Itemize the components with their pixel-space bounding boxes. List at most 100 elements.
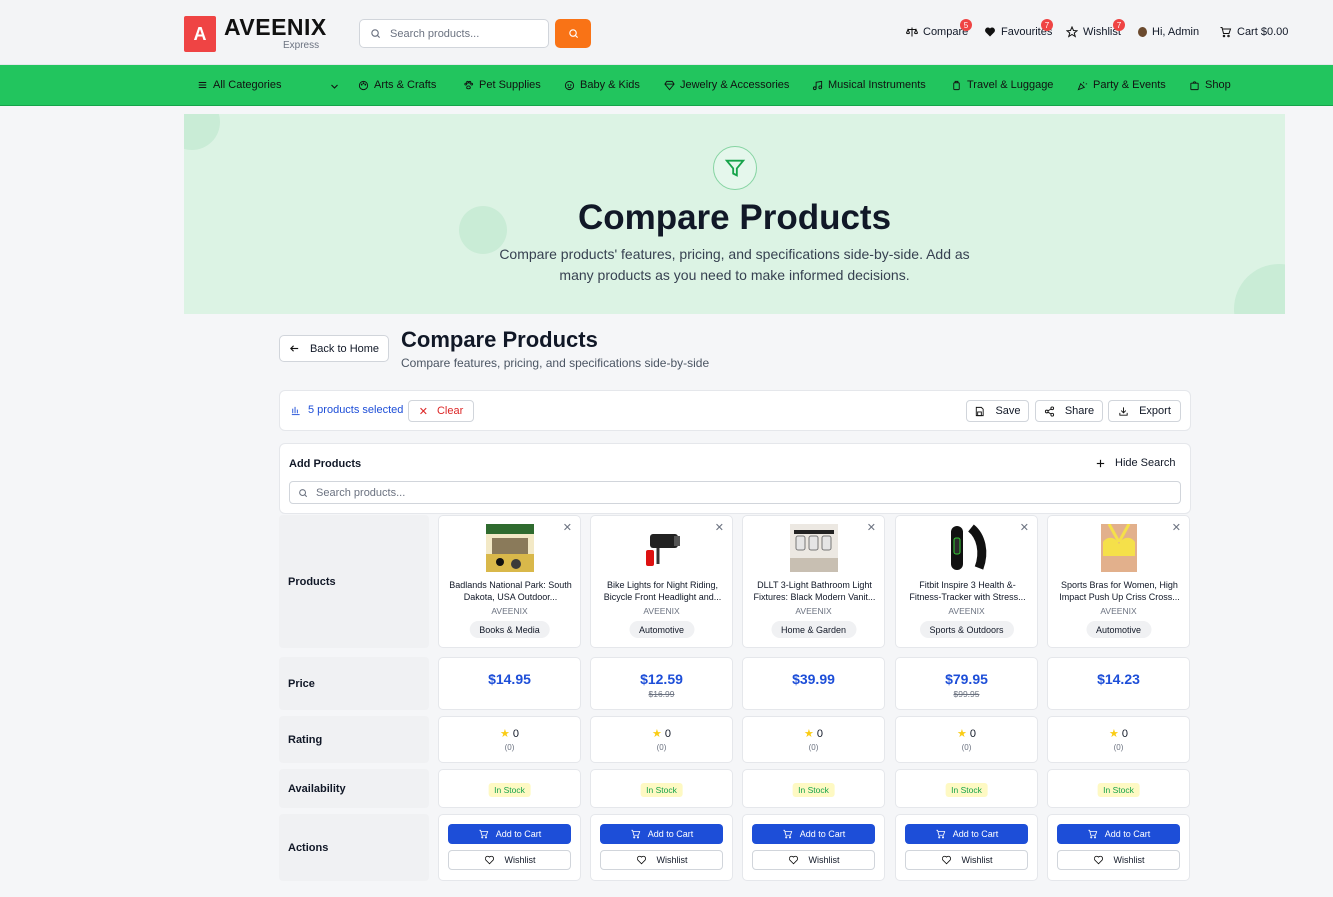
original-price: $99.95 <box>953 689 980 699</box>
remove-product-button[interactable]: ✕ <box>867 521 876 534</box>
heart-icon <box>1093 855 1103 865</box>
page-subtitle: Compare features, pricing, and specifica… <box>401 356 710 370</box>
nav-item-party-events[interactable]: Party & Events <box>1077 79 1166 91</box>
export-label: Export <box>1139 405 1171 417</box>
product-image-light-fixture[interactable] <box>790 524 838 572</box>
star-icon: ★ <box>652 728 662 740</box>
add-to-cart-button[interactable]: Add to Cart <box>752 824 875 844</box>
filter-icon <box>713 146 757 190</box>
product-search-input[interactable]: Search products... <box>289 481 1181 504</box>
product-image-fitness-tracker[interactable] <box>943 524 991 572</box>
actions-cell: Add to Cart Wishlist <box>1047 814 1190 881</box>
hero-title: Compare Products <box>577 198 892 237</box>
shop-icon <box>1190 80 1199 90</box>
actions-cell: Add to Cart Wishlist <box>590 814 733 881</box>
remove-product-button[interactable]: ✕ <box>715 521 724 534</box>
wishlist-label: Wishlist <box>504 855 536 865</box>
product-price: $79.95 <box>945 671 988 687</box>
wishlist-count-badge: 7 <box>1113 19 1125 31</box>
baby-icon <box>564 80 575 90</box>
all-categories-dropdown[interactable]: All Categories <box>197 79 281 91</box>
add-to-cart-label: Add to Cart <box>647 829 694 839</box>
compare-link[interactable]: Compare 5 <box>906 19 972 38</box>
nav-item-arts-crafts[interactable]: Arts & Crafts <box>358 79 436 91</box>
share-label: Share <box>1064 405 1095 417</box>
price-cell: $14.23 <box>1047 657 1190 710</box>
star-icon <box>1066 26 1078 38</box>
nav-item-baby-kids[interactable]: Baby & Kids <box>564 79 640 91</box>
product-rating: ★ 0 <box>896 727 1037 741</box>
add-to-cart-button[interactable]: Add to Cart <box>905 824 1028 844</box>
product-name[interactable]: Badlands National Park: South Dakota, US… <box>445 579 576 603</box>
product-name[interactable]: DLLT 3-Light Bathroom Light Fixtures: Bl… <box>749 579 880 603</box>
price-cell: $14.95 <box>438 657 581 710</box>
product-name[interactable]: Sports Bras for Women, High Impact Push … <box>1054 579 1185 603</box>
header-search-button[interactable] <box>555 19 591 48</box>
nav-item-label: Baby & Kids <box>580 79 640 91</box>
wishlist-button[interactable]: Wishlist <box>448 850 571 870</box>
availability-cell: In Stock <box>1047 769 1190 808</box>
product-brand: AVEENIX <box>795 606 832 616</box>
compare-count-badge: 5 <box>960 19 972 31</box>
product-image-book[interactable] <box>486 524 534 572</box>
add-to-cart-button[interactable]: Add to Cart <box>600 824 723 844</box>
search-icon <box>568 29 578 39</box>
product-rating: ★ 0 <box>1048 727 1189 741</box>
product-brand: AVEENIX <box>491 606 528 616</box>
cart-icon <box>936 829 945 839</box>
product-image-sports-bra[interactable] <box>1095 524 1143 572</box>
add-to-cart-button[interactable]: Add to Cart <box>1057 824 1180 844</box>
close-icon: ✕ <box>418 405 428 418</box>
back-to-home-button[interactable]: Back to Home <box>279 335 389 362</box>
hide-search-label: Hide Search <box>1115 457 1176 469</box>
add-to-cart-label: Add to Cart <box>952 829 999 839</box>
wishlist-button[interactable]: Wishlist <box>752 850 875 870</box>
plus-icon <box>1096 459 1105 467</box>
wishlist-button[interactable]: Wishlist <box>1057 850 1180 870</box>
nav-item-shop[interactable]: Shop <box>1189 79 1231 91</box>
product-image-bike-light[interactable] <box>638 524 686 572</box>
arrow-left-icon <box>289 345 299 352</box>
nav-item-travel-luggage[interactable]: Travel & Luggage <box>951 79 1053 91</box>
chevron-down-icon[interactable] <box>330 82 339 91</box>
user-menu[interactable]: Hi, Admin <box>1138 26 1199 38</box>
wishlist-button[interactable]: Wishlist <box>905 850 1028 870</box>
wishlist-link[interactable]: Wishlist 7 <box>1066 19 1125 38</box>
remove-product-button[interactable]: ✕ <box>1020 521 1029 534</box>
save-icon <box>976 406 985 416</box>
hide-search-button[interactable]: Hide Search <box>1095 457 1176 469</box>
nav-item-pet-supplies[interactable]: Pet Supplies <box>463 79 541 91</box>
share-button[interactable]: Share <box>1035 400 1103 422</box>
nav-item-musical-instruments[interactable]: Musical Instruments <box>812 79 926 91</box>
remove-product-button[interactable]: ✕ <box>1172 521 1181 534</box>
wishlist-button[interactable]: Wishlist <box>600 850 723 870</box>
add-to-cart-button[interactable]: Add to Cart <box>448 824 571 844</box>
product-brand: AVEENIX <box>643 606 680 616</box>
logo-mark[interactable]: A <box>184 16 216 52</box>
header-search-input[interactable]: Search products... <box>359 19 549 48</box>
star-icon: ★ <box>500 728 510 740</box>
clear-label: Clear <box>436 405 464 417</box>
product-name[interactable]: Bike Lights for Night Riding, Bicycle Fr… <box>597 579 728 603</box>
product-brand: AVEENIX <box>1100 606 1137 616</box>
cart-label: Cart $0.00 <box>1237 26 1289 38</box>
favourites-link[interactable]: Favourites 7 <box>984 19 1053 38</box>
hero-banner: Compare Products Compare products' featu… <box>184 114 1285 314</box>
product-name[interactable]: Fitbit Inspire 3 Health &- Fitness-Track… <box>902 579 1033 603</box>
row-label-price: Price <box>279 657 429 710</box>
cart-link[interactable]: Cart $0.00 <box>1219 26 1288 38</box>
availability-cell: In Stock <box>438 769 581 808</box>
stock-badge: In Stock <box>945 783 988 797</box>
save-button[interactable]: Save <box>966 400 1029 422</box>
product-price: $14.95 <box>488 671 531 687</box>
remove-product-button[interactable]: ✕ <box>563 521 572 534</box>
page-title: Compare Products <box>401 327 598 352</box>
top-header: A AVEENIX Express Search products... Com… <box>0 0 1333 65</box>
brand-name[interactable]: AVEENIX <box>224 14 327 41</box>
export-button[interactable]: Export <box>1108 400 1181 422</box>
clear-button[interactable]: ✕ Clear <box>408 400 474 422</box>
cart-icon <box>1088 829 1097 839</box>
product-category-tag: Home & Garden <box>770 621 857 638</box>
category-nav: All Categories Arts & Crafts Pet Supplie… <box>0 65 1333 106</box>
nav-item-jewelry[interactable]: Jewelry & Accessories <box>664 79 789 91</box>
